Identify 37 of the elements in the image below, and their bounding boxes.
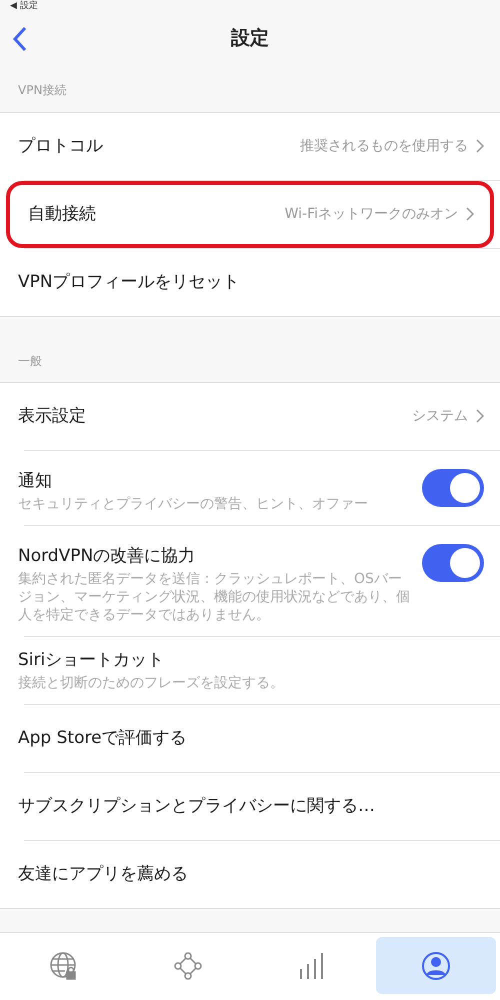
row-description: 接続と切断のためのフレーズを設定する。 xyxy=(18,674,285,692)
settings-row[interactable]: VPNプロフィールをリセット xyxy=(0,249,500,316)
row-title: 友達にアプリを薦める xyxy=(18,863,189,885)
row-description: 集約された匿名データを送信：クラッシュレポート、OSバージョン、マーケティング状況、機能の使用状況などであり、個人を特定できるデータではありません。 xyxy=(18,570,411,624)
page-title: 設定 xyxy=(231,26,269,51)
status-back-link[interactable]: ◀ 設定 xyxy=(0,0,500,12)
row-title: VPNプロフィールをリセット xyxy=(18,271,241,293)
row-title: 表示設定 xyxy=(18,405,87,427)
profile-icon xyxy=(421,950,451,980)
row-value: システム xyxy=(412,406,468,424)
row-title: サブスクリプションとプライバシーに関する… xyxy=(18,795,376,817)
settings-row[interactable]: NordVPNの改善に協力 集約された匿名データを送信：クラッシュレポート、OSバージョン、マーケティング状況、機能の使用状況などであり、個人を特定できるデータではありません。 xyxy=(0,526,500,636)
nodes-icon xyxy=(173,950,203,980)
chevron-icon xyxy=(476,138,484,152)
row-description: セキュリティとプライバシーの警告、ヒント、オファー xyxy=(18,495,369,513)
globe-lock-icon xyxy=(49,950,79,980)
row-value: 推奨されるものを使用する xyxy=(300,136,468,154)
row-title: 通知 xyxy=(18,470,53,492)
chevron-icon xyxy=(476,408,484,422)
settings-row[interactable]: 通知 セキュリティとプライバシーの警告、ヒント、オファー xyxy=(0,451,500,525)
settings-row[interactable]: 表示設定 システム xyxy=(0,383,500,450)
settings-row[interactable]: 友達にアプリを薦める xyxy=(0,841,500,908)
row-title: 自動接続 xyxy=(28,203,97,225)
toggle-switch[interactable] xyxy=(422,469,484,507)
row-title: Siriショートカット xyxy=(18,648,166,670)
settings-row[interactable]: サブスクリプションとプライバシーに関する… xyxy=(0,773,500,840)
row-value: Wi-Fiネットワークのみオン xyxy=(284,204,458,222)
settings-row[interactable]: App Storeで評価する xyxy=(0,705,500,772)
row-title: プロトコル xyxy=(18,135,104,157)
row-title: App Storeで評価する xyxy=(18,727,188,749)
settings-row[interactable]: Siriショートカット 接続と切断のためのフレーズを設定する。 xyxy=(0,637,500,704)
row-title: NordVPNの改善に協力 xyxy=(18,545,196,567)
tab-button[interactable] xyxy=(376,937,496,994)
settings-row[interactable]: プロトコル 推奨されるものを使用する xyxy=(0,113,500,180)
toggle-switch[interactable] xyxy=(422,544,484,582)
chevron-icon xyxy=(466,206,474,220)
settings-row[interactable]: 自動接続 Wi-Fiネットワークのみオン xyxy=(6,181,494,248)
